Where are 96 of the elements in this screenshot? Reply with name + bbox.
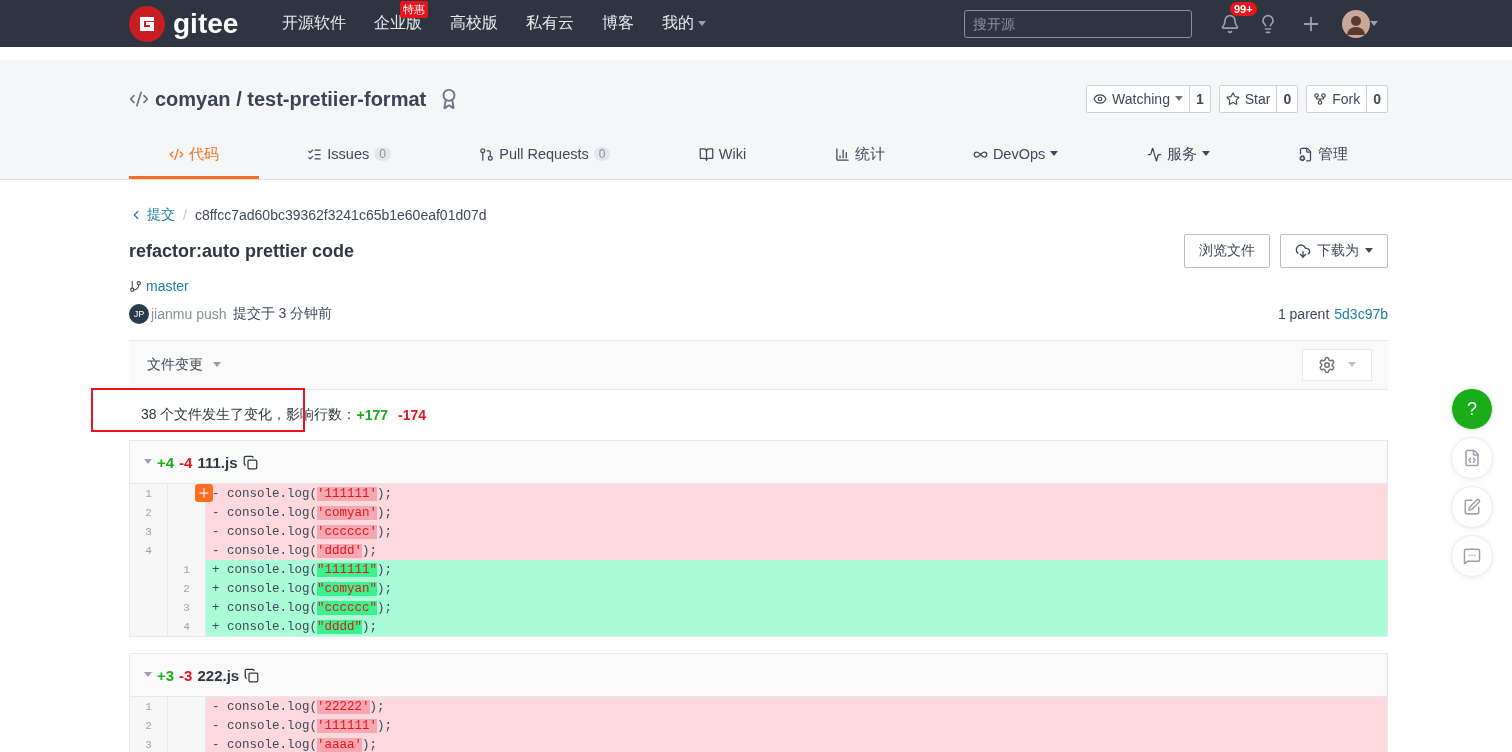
- parent-link[interactable]: 5d3c97b: [1334, 306, 1388, 322]
- caret-icon: [144, 459, 152, 465]
- branch-link[interactable]: master: [129, 278, 1388, 294]
- action-count[interactable]: 0: [1366, 86, 1387, 112]
- promo-badge: 特惠: [400, 1, 429, 18]
- commit-hash: c8ffcc7ad60bc39362f3241c65b1e60eaf01d07d: [194, 207, 487, 223]
- download-button[interactable]: 下载为: [1280, 234, 1388, 268]
- plus-icon: [197, 486, 211, 500]
- added-count: +177: [356, 407, 388, 423]
- chat-icon: [1463, 547, 1481, 565]
- nav-link[interactable]: 开源软件: [282, 13, 347, 34]
- line-number: 3: [168, 598, 206, 617]
- nav-link[interactable]: 我的: [662, 13, 707, 34]
- line-number: 4: [168, 617, 206, 636]
- code-line: + console.log("comyan");: [211, 580, 394, 598]
- file-added: +4: [157, 453, 175, 471]
- count-pill: 0: [593, 147, 611, 161]
- code-line: - console.log('111111');: [211, 717, 394, 735]
- commit-title: refactor:auto prettier code: [129, 240, 355, 262]
- author-avatar[interactable]: JP: [129, 304, 149, 324]
- removed-count: -174: [398, 407, 427, 423]
- file-changes-dropdown[interactable]: 文件变更: [141, 355, 227, 375]
- caret-icon: [1370, 20, 1378, 27]
- code-file-icon: [1463, 449, 1481, 467]
- code-icon: [169, 146, 184, 162]
- branch-icon: [129, 279, 142, 293]
- action-count[interactable]: 1: [1188, 86, 1210, 112]
- code-line: - console.log('dddd');: [211, 542, 379, 560]
- search-field[interactable]: 搜开源: [964, 9, 1192, 38]
- cloud-download-icon: [1295, 243, 1311, 259]
- line-number: 4: [130, 541, 168, 560]
- book-icon: [698, 146, 714, 162]
- repo-tab[interactable]: DevOps: [932, 132, 1099, 179]
- repo-tab[interactable]: 管理: [1257, 132, 1388, 179]
- code-line: + console.log("111111");: [211, 561, 394, 579]
- code-line: - console.log('aaaa');: [211, 736, 379, 752]
- repo-icon: [129, 89, 149, 109]
- code-line: - console.log('111111');: [206, 484, 1387, 503]
- copy-icon[interactable]: [244, 667, 260, 683]
- browse-button[interactable]: 浏览文件: [1184, 234, 1270, 268]
- repo-tab[interactable]: 统计: [794, 132, 925, 179]
- line-number: 1: [168, 560, 206, 579]
- caret-icon: [1365, 248, 1373, 254]
- line-number: 1: [130, 484, 168, 503]
- line-number: 2: [168, 579, 206, 598]
- repo-tab[interactable]: 服务: [1106, 132, 1250, 179]
- back-link[interactable]: 提交: [129, 206, 175, 224]
- action-count[interactable]: 0: [1276, 86, 1298, 112]
- file-name[interactable]: 222.js: [197, 666, 240, 684]
- notification-badge: 99+: [1230, 1, 1257, 16]
- code-line: - console.log('comyan');: [211, 504, 394, 522]
- line-number: 2: [130, 503, 168, 522]
- copy-icon[interactable]: [242, 454, 258, 470]
- caret-icon: [1348, 362, 1356, 368]
- file-name[interactable]: 111.js: [197, 453, 238, 471]
- nav-link[interactable]: 私有云: [526, 13, 575, 34]
- line-number: 2: [130, 716, 168, 735]
- document-gear-icon: [1297, 146, 1313, 162]
- eye-icon: [1093, 92, 1108, 106]
- fork-icon: [1313, 92, 1328, 106]
- breadcrumb-separator: /: [183, 207, 187, 223]
- line-number: 1: [130, 697, 168, 716]
- repo-tab[interactable]: Wiki: [658, 132, 787, 179]
- repo-tab[interactable]: Pull Requests 0: [439, 132, 651, 179]
- bell-icon[interactable]: [1220, 13, 1240, 34]
- code-line: - console.log('22222');: [211, 698, 386, 716]
- nav-link[interactable]: 博客: [602, 13, 635, 34]
- star-icon: [1225, 92, 1240, 106]
- pulse-icon: [1146, 146, 1162, 162]
- count-pill: 0: [374, 147, 391, 161]
- code-line: + console.log("cccccc");: [211, 599, 394, 617]
- code-line: + console.log("dddd");: [211, 618, 379, 636]
- bar-chart-icon: [834, 146, 850, 162]
- line-number: 3: [130, 522, 168, 541]
- caret-icon: [213, 362, 221, 368]
- file-removed: -4: [179, 453, 193, 471]
- pull-request-icon: [479, 146, 495, 162]
- avatar[interactable]: [1342, 9, 1370, 38]
- edit-icon: [1463, 498, 1481, 516]
- nav-link[interactable]: 高校版: [450, 13, 499, 34]
- gear-icon: [1318, 356, 1336, 374]
- code-line: - console.log('cccccc');: [211, 523, 394, 541]
- file-added: +3: [157, 666, 175, 684]
- parent-label: 1 parent: [1277, 306, 1330, 322]
- checklist-icon: [307, 146, 323, 162]
- logo-icon[interactable]: [129, 5, 165, 42]
- file-removed: -3: [179, 666, 193, 684]
- float-button[interactable]: [1451, 486, 1493, 528]
- repo-title[interactable]: comyan / test-pretiier-format: [155, 87, 427, 111]
- repo-tab[interactable]: Issues 0: [267, 132, 431, 179]
- logo-text[interactable]: gitee: [173, 7, 239, 40]
- float-button[interactable]: [1451, 535, 1493, 577]
- line-number: 3: [130, 735, 168, 752]
- settings-button[interactable]: [1302, 349, 1372, 381]
- commit-time: 提交于 3 分钟前: [232, 305, 333, 323]
- caret-icon: [144, 672, 152, 678]
